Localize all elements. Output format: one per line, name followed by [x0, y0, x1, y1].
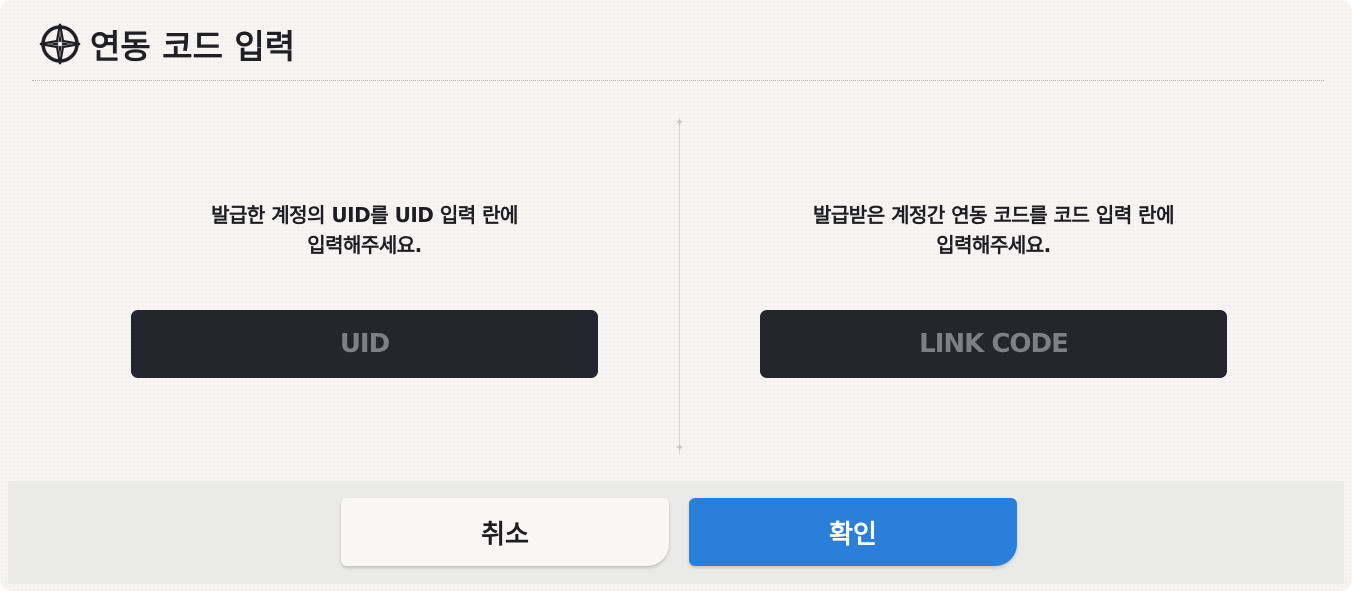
link-code-dialog: 연동 코드 입력 ✦ ✦ 발급한 계정의 UID를 UID 입력 란에 입력해주…	[0, 0, 1352, 591]
uid-instruction-line1: 발급한 계정의 UID를 UID 입력 란에	[211, 203, 518, 227]
uid-instruction-line2: 입력해주세요.	[307, 233, 422, 257]
uid-input[interactable]	[131, 309, 598, 379]
link-code-panel: 발급받은 계정간 연동 코드를 코드 입력 란에 입력해주세요.	[760, 200, 1227, 379]
link-code-instruction: 발급받은 계정간 연동 코드를 코드 입력 란에 입력해주세요.	[760, 200, 1227, 266]
uid-input-box[interactable]	[131, 309, 598, 379]
confirm-button[interactable]: 확인	[689, 498, 1017, 566]
panel-divider	[679, 118, 680, 454]
dialog-title: 연동 코드 입력	[90, 27, 296, 66]
compass-star-icon	[34, 18, 86, 70]
uid-instruction: 발급한 계정의 UID를 UID 입력 란에 입력해주세요.	[131, 200, 598, 266]
divider-top-ornament-icon: ✦	[674, 116, 685, 129]
dialog-header: 연동 코드 입력	[34, 14, 295, 74]
dialog-footer: 취소 확인	[8, 481, 1344, 584]
divider-bottom-ornament-icon: ✦	[674, 441, 685, 454]
cancel-button[interactable]: 취소	[341, 498, 669, 566]
link-code-input-box[interactable]	[760, 309, 1227, 379]
link-code-instruction-line1: 발급받은 계정간 연동 코드를 코드 입력 란에	[813, 203, 1174, 227]
uid-panel: 발급한 계정의 UID를 UID 입력 란에 입력해주세요.	[131, 200, 598, 379]
header-divider	[32, 80, 1324, 81]
link-code-input[interactable]	[760, 309, 1227, 379]
link-code-instruction-line2: 입력해주세요.	[936, 233, 1051, 257]
